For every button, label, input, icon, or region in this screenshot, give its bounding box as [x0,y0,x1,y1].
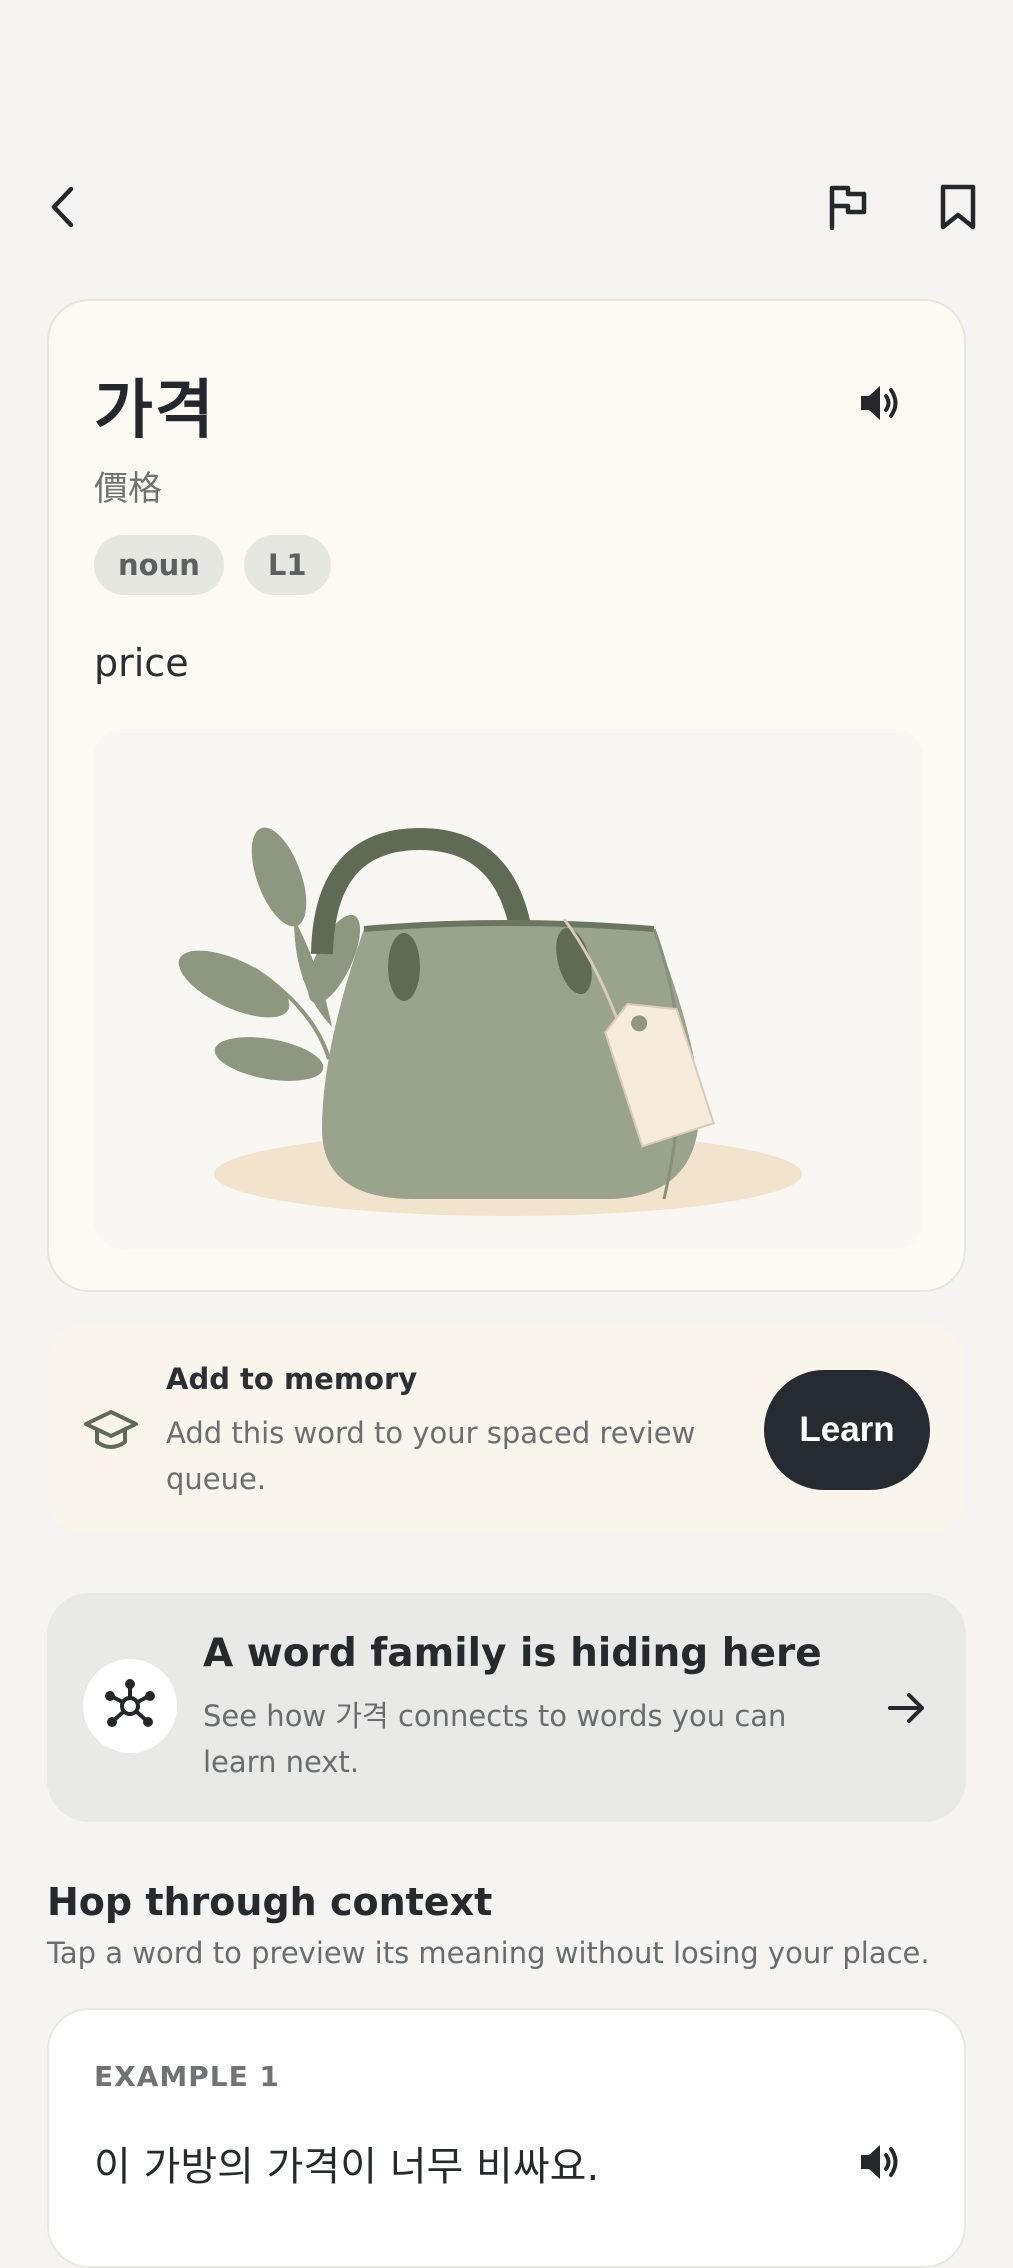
section-subtitle: Tap a word to preview its meaning withou… [47,1936,930,1970]
word-card: 가격 價格 noun L1 price [47,299,966,1292]
pronounce-button[interactable] [839,363,919,443]
example-card: EXAMPLE 1 이 가방의 가격이 너무 비싸요. [47,2008,966,2268]
speaker-icon [861,386,898,420]
network-icon [105,1679,155,1727]
word-family-description: See how 가격 connects to words you can lea… [203,1699,787,1779]
memory-description: Add this word to your spaced review queu… [166,1416,696,1496]
word-family-card[interactable]: A word family is hiding here See how 가격 … [47,1593,966,1822]
example-pronounce-button[interactable] [839,2122,919,2202]
bookmark-button[interactable] [918,167,998,247]
section-title: Hop through context [47,1880,493,1924]
flag-icon [829,185,867,230]
example-sentence[interactable]: 이 가방의 가격이 너무 비싸요. [94,2134,599,2192]
word-family-arrow[interactable] [872,1673,942,1743]
add-to-memory-card: Add to memory Add this word to your spac… [47,1324,966,1534]
chevron-left-icon [51,186,74,228]
report-button[interactable] [808,167,888,247]
word-title: 가격 [94,374,216,448]
level-tag: L1 [243,535,331,595]
part-of-speech-tag: noun [94,535,224,595]
example-label: EXAMPLE 1 [94,2060,280,2093]
tag-list: noun L1 [94,535,331,595]
handbag-with-price-tag-illustration [94,729,923,1249]
memory-title: Add to memory [166,1362,418,1396]
word-family-title: A word family is hiding here [203,1631,822,1676]
graduation-cap-icon [84,1410,138,1449]
learn-button[interactable]: Learn [764,1370,930,1490]
hanja-text: 價格 [94,469,162,509]
arrow-right-icon [888,1693,924,1723]
bookmark-icon [940,184,976,230]
speaker-icon [861,2145,898,2179]
network-icon-badge [83,1659,177,1753]
word-meaning: price [94,641,189,685]
back-button[interactable] [24,167,104,247]
